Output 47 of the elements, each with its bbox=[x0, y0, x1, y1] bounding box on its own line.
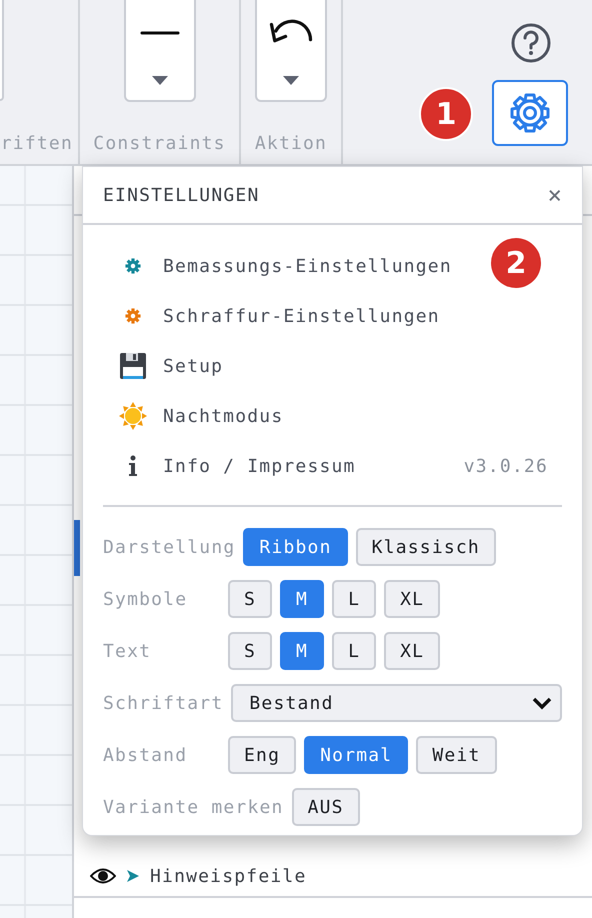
setting-label: Abstand bbox=[103, 744, 188, 766]
layer-name[interactable]: Hinweispfeile bbox=[150, 866, 306, 886]
option-button[interactable]: Ribbon bbox=[243, 528, 348, 566]
group-label: Aktion bbox=[254, 133, 328, 154]
menu-item[interactable]: Setup bbox=[163, 356, 224, 376]
settings-button[interactable] bbox=[492, 80, 568, 146]
option-button[interactable]: Normal bbox=[304, 736, 408, 774]
close-button[interactable]: × bbox=[548, 181, 562, 209]
setting-label: Symbole bbox=[103, 588, 188, 610]
option-button[interactable]: XL bbox=[384, 580, 440, 618]
sun-icon bbox=[119, 402, 147, 430]
caret-icon bbox=[152, 76, 168, 86]
menu-item[interactable]: Schraffur-Einstellungen bbox=[163, 306, 440, 326]
undo-icon bbox=[269, 18, 313, 44]
option-button[interactable]: AUS bbox=[292, 788, 360, 826]
eye-icon[interactable] bbox=[90, 867, 116, 885]
option-button[interactable]: M bbox=[280, 580, 324, 618]
menu-item[interactable]: Nachtmodus bbox=[163, 406, 284, 426]
option-button[interactable]: Klassisch bbox=[356, 528, 496, 566]
menu-item[interactable]: Bemassungs-Einstellungen bbox=[163, 256, 452, 276]
option-button[interactable]: L bbox=[332, 632, 376, 670]
option-button[interactable]: L bbox=[332, 580, 376, 618]
caret-icon bbox=[283, 76, 299, 86]
help-icon[interactable] bbox=[511, 23, 551, 63]
undo-button[interactable] bbox=[255, 0, 327, 102]
font-dropdown[interactable]: Bestand bbox=[231, 684, 562, 722]
line-icon bbox=[140, 30, 180, 36]
arrow-icon bbox=[126, 869, 140, 883]
info-icon bbox=[127, 455, 139, 477]
setting-label: Text bbox=[103, 640, 152, 662]
option-button[interactable]: Weit bbox=[416, 736, 497, 774]
group-label: riften bbox=[0, 133, 73, 154]
menu-item[interactable]: Info / Impressum bbox=[163, 456, 356, 476]
setting-label: Schriftart bbox=[103, 692, 224, 714]
group-label: Constraints bbox=[93, 133, 226, 154]
chevron-down-icon bbox=[532, 696, 552, 710]
setting-label: Darstellung bbox=[103, 536, 236, 558]
option-button[interactable]: XL bbox=[384, 632, 440, 670]
option-button[interactable]: M bbox=[280, 632, 324, 670]
option-button[interactable]: S bbox=[228, 580, 272, 618]
dialog-title: EINSTELLUNGEN bbox=[103, 184, 260, 206]
line-tool-button[interactable] bbox=[124, 0, 196, 102]
option-button[interactable]: Eng bbox=[228, 736, 296, 774]
version-label: v3.0.26 bbox=[464, 456, 548, 476]
option-button[interactable]: S bbox=[228, 632, 272, 670]
setting-label: Variante merken bbox=[103, 796, 284, 818]
settings-icon bbox=[508, 91, 552, 135]
